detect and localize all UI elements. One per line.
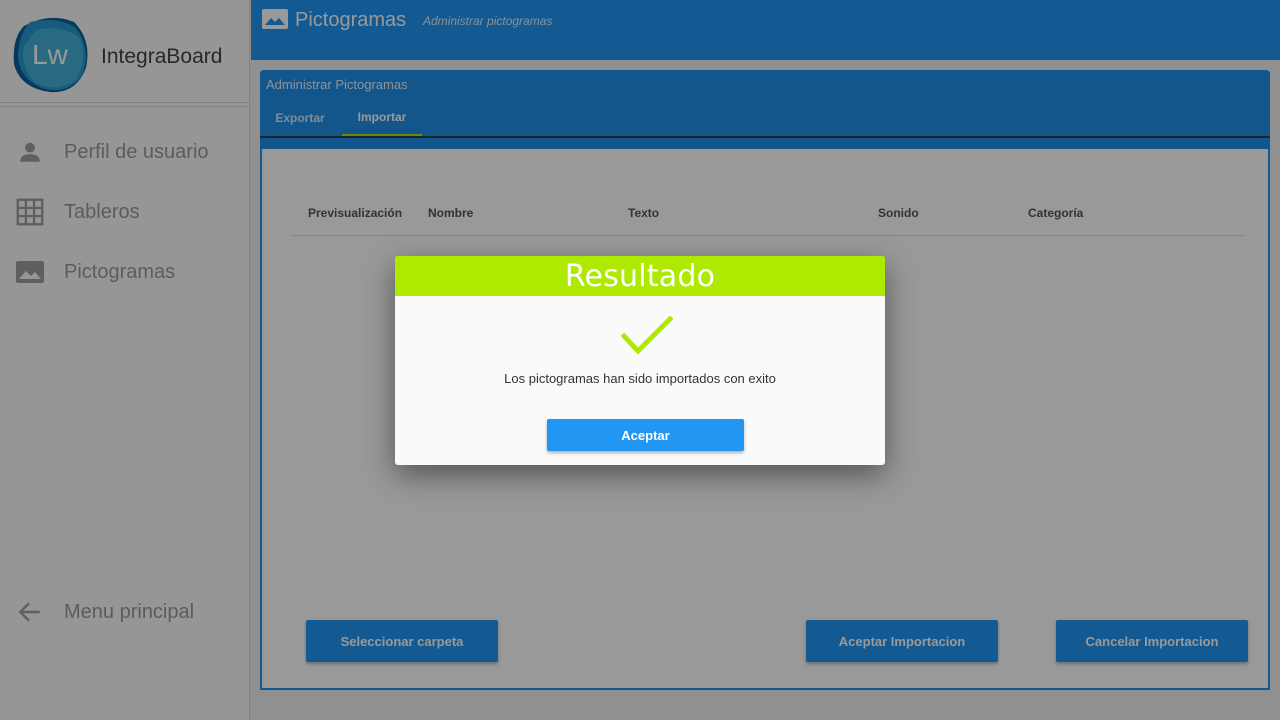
result-dialog: Resultado Los pictogramas han sido impor… bbox=[395, 256, 885, 465]
dialog-message: Los pictogramas han sido importados con … bbox=[504, 371, 776, 386]
ok-button[interactable]: Aceptar bbox=[547, 419, 744, 451]
dialog-title: Resultado bbox=[564, 258, 716, 294]
dialog-header: Resultado bbox=[395, 256, 885, 296]
check-icon bbox=[621, 316, 673, 355]
